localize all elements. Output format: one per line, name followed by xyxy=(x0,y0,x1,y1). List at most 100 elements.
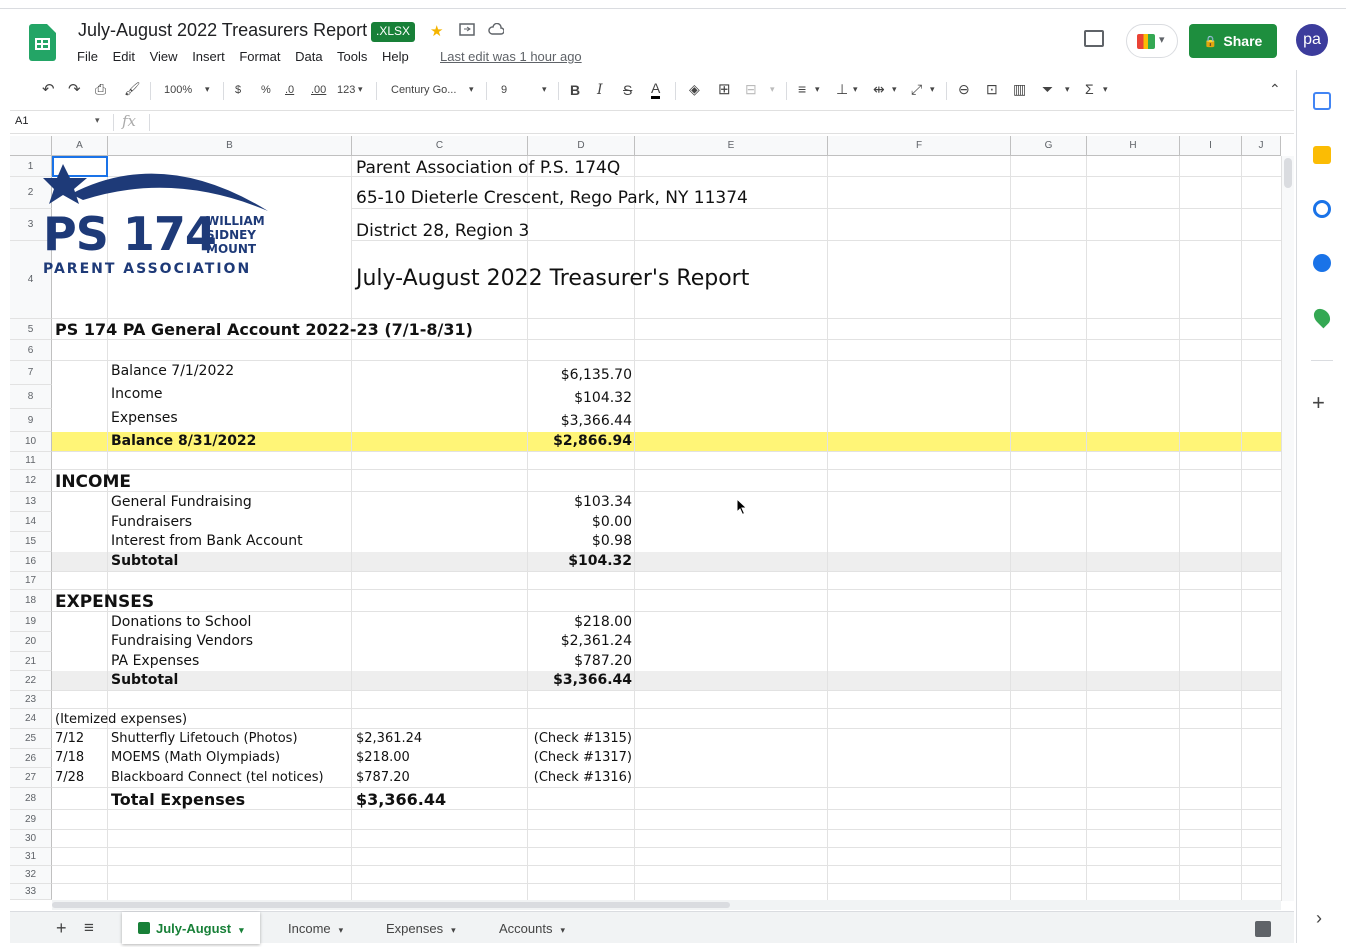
column-header-a[interactable]: A xyxy=(52,136,108,156)
insert-link-icon[interactable]: ⊖ xyxy=(958,81,970,98)
cell-b10[interactable]: Balance 8/31/2022 xyxy=(111,433,256,449)
menu-help[interactable]: Help xyxy=(382,49,409,64)
cell-d19[interactable]: $218.00 xyxy=(528,614,632,630)
column-header-g[interactable]: G xyxy=(1011,136,1087,156)
add-ons-plus-icon[interactable]: + xyxy=(1312,390,1325,416)
cell-d27[interactable]: (Check #1316) xyxy=(528,770,632,785)
currency-format-button[interactable]: $ xyxy=(235,84,241,96)
borders-icon[interactable]: ⊞ xyxy=(718,80,731,98)
cell-d22[interactable]: $3,366.44 xyxy=(528,672,632,688)
row-header[interactable]: 26 xyxy=(10,749,52,768)
menu-data[interactable]: Data xyxy=(295,49,322,64)
cell-d16[interactable]: $104.32 xyxy=(528,553,632,569)
text-color-button[interactable]: A xyxy=(651,81,661,99)
cell-b22[interactable]: Subtotal xyxy=(111,672,178,688)
row-header[interactable]: 28 xyxy=(10,788,52,810)
tab-expenses[interactable]: Expenses ▾ xyxy=(386,912,456,944)
cell-b21[interactable]: PA Expenses xyxy=(111,653,199,669)
insert-comment-icon[interactable]: ⊡ xyxy=(986,81,998,98)
chevron-right-icon[interactable]: › xyxy=(1316,908,1322,929)
row-header[interactable]: 18 xyxy=(10,590,52,612)
last-edit-link[interactable]: Last edit was 1 hour ago xyxy=(440,49,582,64)
name-box[interactable]: A1 xyxy=(15,115,28,127)
column-header-i[interactable]: I xyxy=(1180,136,1242,156)
insert-chart-icon[interactable]: ▥ xyxy=(1013,81,1026,98)
cell-b26[interactable]: MOEMS (Math Olympiads) xyxy=(111,750,280,765)
fill-color-icon[interactable]: ◈ xyxy=(689,81,700,98)
move-folder-icon[interactable] xyxy=(459,22,475,40)
contacts-icon[interactable] xyxy=(1313,254,1331,272)
menu-tools[interactable]: Tools xyxy=(337,49,367,64)
filter-icon[interactable]: ⏷ xyxy=(1042,81,1053,98)
cloud-status-icon[interactable] xyxy=(488,22,505,39)
row-header[interactable]: 31 xyxy=(10,848,52,866)
row-header[interactable]: 15 xyxy=(10,532,52,552)
cell-a27[interactable]: 7/28 xyxy=(55,770,84,785)
cell-d15[interactable]: $0.98 xyxy=(528,533,632,549)
cell-b13[interactable]: General Fundraising xyxy=(111,494,252,510)
share-button[interactable]: 🔒 Share xyxy=(1189,24,1277,58)
column-header-b[interactable]: B xyxy=(108,136,352,156)
row-header[interactable]: 11 xyxy=(10,452,52,470)
bold-button[interactable]: B xyxy=(570,82,580,98)
menu-view[interactable]: View xyxy=(150,49,178,64)
row-header[interactable]: 22 xyxy=(10,671,52,691)
cell-c26[interactable]: $218.00 xyxy=(356,750,410,765)
row-header[interactable]: 14 xyxy=(10,512,52,532)
cell-b16[interactable]: Subtotal xyxy=(111,553,178,569)
row-header[interactable]: 25 xyxy=(10,729,52,749)
menu-format[interactable]: Format xyxy=(239,49,280,64)
horizontal-scrollbar[interactable] xyxy=(52,900,1281,910)
all-sheets-button[interactable]: ≡ xyxy=(84,912,94,944)
horizontal-align-icon[interactable]: ≡ xyxy=(798,81,806,97)
increase-decimal-button[interactable]: .00 xyxy=(311,84,326,96)
cell-c2[interactable]: 65-10 Dieterle Crescent, Rego Park, NY 1… xyxy=(356,188,748,208)
cell-b14[interactable]: Fundraisers xyxy=(111,514,192,530)
meet-button[interactable]: ▾ xyxy=(1126,24,1178,58)
print-icon[interactable]: ⎙ xyxy=(95,81,106,98)
merge-cells-icon[interactable]: ⊟ xyxy=(745,81,757,98)
tasks-icon[interactable] xyxy=(1313,200,1331,218)
text-wrapping-icon[interactable]: ⇹ xyxy=(873,81,885,98)
cell-d9[interactable]: $3,366.44 xyxy=(528,413,632,429)
vertical-scrollbar[interactable] xyxy=(1281,156,1294,901)
text-rotation-icon[interactable]: ⤢ xyxy=(911,81,922,98)
cell-c25[interactable]: $2,361.24 xyxy=(356,731,422,746)
menu-file[interactable]: File xyxy=(77,49,98,64)
row-header[interactable]: 21 xyxy=(10,652,52,671)
row-header[interactable]: 27 xyxy=(10,768,52,788)
cell-d25[interactable]: (Check #1315) xyxy=(528,731,632,746)
cell-d13[interactable]: $103.34 xyxy=(528,494,632,510)
column-header-c[interactable]: C xyxy=(352,136,528,156)
vertical-scroll-thumb[interactable] xyxy=(1284,158,1292,188)
cell-a12[interactable]: INCOME xyxy=(55,472,131,492)
tab-july-august[interactable]: July-August ▾ xyxy=(122,912,260,944)
keep-icon[interactable] xyxy=(1313,146,1331,164)
cell-b8[interactable]: Income xyxy=(111,386,163,402)
cell-d21[interactable]: $787.20 xyxy=(528,653,632,669)
cell-b7[interactable]: Balance 7/1/2022 xyxy=(111,363,234,379)
cell-d8[interactable]: $104.32 xyxy=(528,390,632,406)
row-header[interactable]: 12 xyxy=(10,470,52,492)
row-header[interactable]: 7 xyxy=(10,361,52,385)
column-header-e[interactable]: E xyxy=(635,136,828,156)
italic-button[interactable]: I xyxy=(597,82,603,98)
cell-b25[interactable]: Shutterfly Lifetouch (Photos) xyxy=(111,731,298,746)
cell-c4[interactable]: July-August 2022 Treasurer's Report xyxy=(356,266,749,291)
row-header[interactable]: 33 xyxy=(10,884,52,900)
cell-a25[interactable]: 7/12 xyxy=(55,731,84,746)
cell-d7[interactable]: $6,135.70 xyxy=(528,367,632,383)
row-header[interactable]: 8 xyxy=(10,385,52,409)
row-header[interactable]: 13 xyxy=(10,492,52,512)
cell-c1[interactable]: Parent Association of P.S. 174Q xyxy=(356,158,620,178)
undo-icon[interactable]: ↶ xyxy=(42,80,55,98)
cell-b19[interactable]: Donations to School xyxy=(111,614,251,630)
row-header[interactable]: 24 xyxy=(10,709,52,729)
cell-c3[interactable]: District 28, Region 3 xyxy=(356,221,529,241)
row-header[interactable]: 17 xyxy=(10,572,52,590)
cell-d14[interactable]: $0.00 xyxy=(528,514,632,530)
cell-d10[interactable]: $2,866.94 xyxy=(528,433,632,449)
row-header[interactable]: 10 xyxy=(10,432,52,452)
star-icon[interactable]: ★ xyxy=(430,22,443,40)
cell-a18[interactable]: EXPENSES xyxy=(55,592,154,612)
